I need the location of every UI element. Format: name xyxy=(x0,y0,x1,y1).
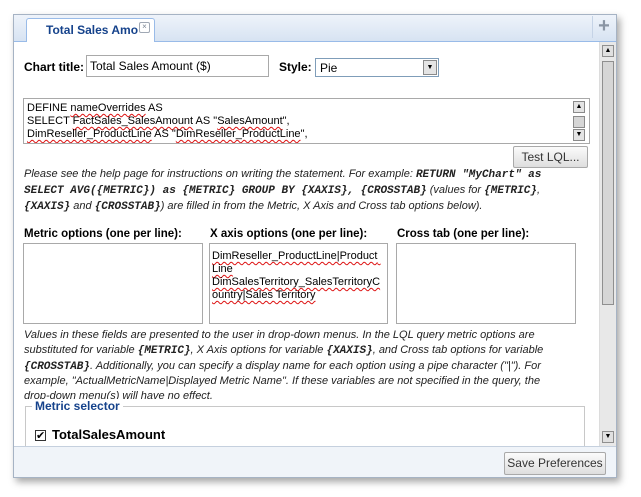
help-text: Please see the help page for instruction… xyxy=(24,167,590,214)
xaxis-options-text: DimReseller_ProductLine|Product Line Dim… xyxy=(212,250,381,301)
help-code: SELECT AVG({METRIC}) as {METRIC} GROUP B… xyxy=(24,184,427,197)
lql-token: DEFINE xyxy=(27,102,71,114)
metric-checkbox[interactable]: ✔ xyxy=(35,430,46,442)
test-lql-button[interactable]: Test LQL... xyxy=(513,146,588,168)
xaxis-options-label: X axis options (one per line): xyxy=(210,228,368,240)
style-label: Style: xyxy=(279,60,312,74)
lql-token: ", xyxy=(300,128,308,140)
chart-title-label: Chart title: xyxy=(24,60,84,74)
notes-part: , and Cross tab options for variable xyxy=(372,343,544,356)
lql-token: SELECT xyxy=(27,115,73,127)
help-text-part: , xyxy=(536,183,541,196)
notes-code: {CROSSTAB} xyxy=(24,360,91,373)
scroll-thumb[interactable] xyxy=(602,61,614,305)
scroll-up-icon[interactable]: ▲ xyxy=(573,101,585,113)
lql-token: SalesAmount xyxy=(217,115,283,127)
lql-line-3: DimReseller_ProductLine AS "DimReseller_… xyxy=(27,128,308,140)
chevron-down-icon[interactable]: ▼ xyxy=(423,60,437,75)
metric-checkbox-label[interactable]: TotalSalesAmount xyxy=(52,427,165,442)
metric-options-textarea[interactable] xyxy=(23,243,203,324)
style-select-value: Pie xyxy=(320,61,338,75)
footer-bar: Save Preferences xyxy=(14,446,616,477)
chart-editor-window: Total Sales Amo × + Chart title: Style: … xyxy=(13,14,617,478)
notes-part: . Additionally, you can specify a displa… xyxy=(90,359,541,372)
help-code: RETURN "MyChart" as xyxy=(415,169,542,181)
lql-statement-textarea[interactable]: DEFINE nameOverrides AS SELECT FactSales… xyxy=(23,98,590,144)
options-notes-text: Values in these fields are presented to … xyxy=(24,328,590,404)
lql-token: AS " xyxy=(193,115,218,127)
help-code: {CROSSTAB} xyxy=(94,200,161,213)
notes-part: , X Axis options for variable xyxy=(190,343,327,356)
metric-options-label: Metric options (one per line): xyxy=(24,228,182,240)
help-code: {METRIC} xyxy=(484,184,537,197)
lql-token: ", xyxy=(282,115,290,127)
add-tab-icon[interactable]: + xyxy=(592,16,615,38)
style-select[interactable]: Pie ▼ xyxy=(315,58,439,77)
scroll-down-icon[interactable]: ▼ xyxy=(573,129,585,141)
notes-part: substituted for variable xyxy=(24,343,138,356)
notes-line: example, "ActualMetricName|Displayed Met… xyxy=(24,375,541,388)
chart-title-input[interactable] xyxy=(86,55,269,77)
crosstab-options-textarea[interactable] xyxy=(396,243,576,324)
help-text-part: (values for xyxy=(426,183,485,196)
lql-line-1: DEFINE nameOverrides AS xyxy=(27,102,163,114)
editor-content: Chart title: Style: Pie ▼ DEFINE nameOve… xyxy=(14,42,599,446)
scroll-down-icon[interactable]: ▼ xyxy=(602,431,614,443)
close-icon[interactable]: × xyxy=(139,22,150,33)
help-text-part: and xyxy=(70,199,95,212)
xaxis-options-textarea[interactable]: DimReseller_ProductLine|Product Line Dim… xyxy=(209,243,388,324)
scroll-up-icon[interactable]: ▲ xyxy=(602,45,614,57)
lql-token: DimReseller_ProductLine xyxy=(175,128,301,140)
help-code: {XAXIS} xyxy=(24,200,71,213)
lql-token: nameOverrides xyxy=(70,102,146,114)
notes-code: {METRIC} xyxy=(137,344,191,357)
help-text-part: Please see the help page for instruction… xyxy=(24,168,416,180)
crosstab-options-label: Cross tab (one per line): xyxy=(397,228,530,240)
notes-code: {XAXIS} xyxy=(326,344,373,357)
metric-selector-fieldset: Metric selector ✔ TotalSalesAmount xyxy=(25,399,585,446)
lql-token: AS " xyxy=(151,128,176,140)
lql-line-2: SELECT FactSales_SalesAmount AS "SalesAm… xyxy=(27,115,290,127)
lql-token: FactSales_SalesAmount xyxy=(72,115,194,127)
save-preferences-button[interactable]: Save Preferences xyxy=(504,452,606,475)
help-text-part: ) are filled in from the Metric, X Axis … xyxy=(160,199,483,212)
content-scrollbar[interactable]: ▲ ▼ xyxy=(599,42,616,446)
metric-selector-legend: Metric selector xyxy=(32,399,123,413)
lql-scrollbar[interactable]: ▲ ▼ xyxy=(572,100,588,142)
tab-label: Total Sales Amo xyxy=(46,23,139,37)
tab-bar: Total Sales Amo × + xyxy=(14,15,616,42)
tab-total-sales-amount[interactable]: Total Sales Amo × xyxy=(26,18,155,42)
notes-line: Values in these fields are presented to … xyxy=(24,329,535,341)
scroll-thumb[interactable] xyxy=(573,116,585,128)
lql-token: DimReseller_ProductLine xyxy=(27,128,152,140)
lql-token: AS xyxy=(145,102,163,114)
